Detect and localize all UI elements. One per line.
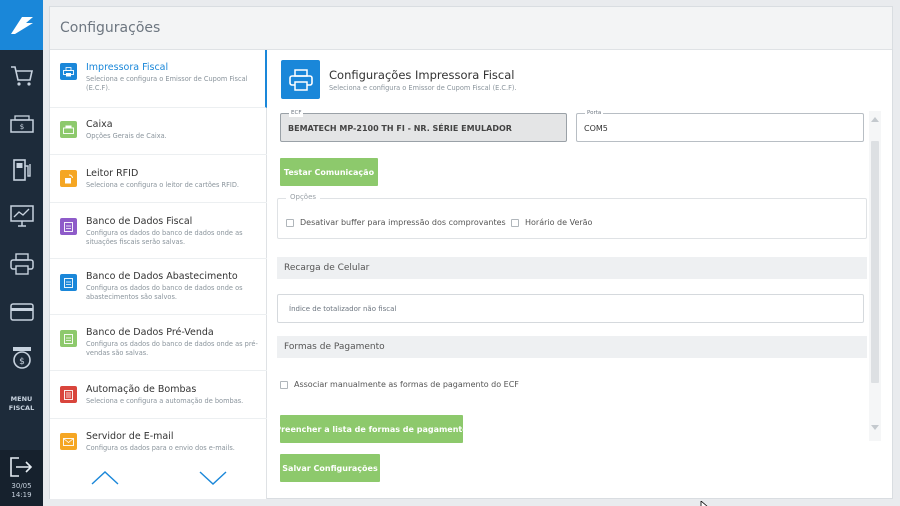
totalizador-input[interactable]: Índice de totalizador não fiscal [277, 294, 864, 323]
rail-card[interactable] [0, 288, 43, 336]
rail-cash[interactable]: $ [0, 100, 43, 148]
nav-item-leitor-rfid[interactable]: Leitor RFID Seleciona e configura o leit… [50, 155, 267, 203]
settings-panel: Configurações Impressora Fiscal Selecion… [49, 6, 893, 499]
nav-scroll-controls [50, 460, 267, 499]
clock: 30/05 14:19 [11, 482, 32, 499]
svg-text:$: $ [19, 123, 23, 131]
salvar-configuracoes-button[interactable]: Salvar Configurações [280, 454, 380, 482]
checkbox-box [280, 380, 288, 389]
left-rail: $ $ MENU FISCAL 30/05 14:19 [0, 0, 43, 506]
options-group: Opções Desativar buffer para impressão d… [277, 193, 867, 239]
nav-item-banco-fiscal[interactable]: Banco de Dados Fiscal Configura os dados… [50, 203, 267, 259]
recarga-section-header: Recarga de Celular [277, 257, 867, 279]
mouse-cursor-icon [700, 496, 709, 506]
nav-item-caixa[interactable]: Caixa Opções Gerais de Caixa. [50, 108, 267, 155]
menu-fiscal[interactable]: MENU FISCAL [0, 395, 43, 413]
scroll-down-button[interactable] [198, 470, 228, 490]
settings-nav: Impressora Fiscal Seleciona e configura … [50, 50, 267, 499]
preencher-lista-button[interactable]: Preencher a lista de formas de pagamento [275, 415, 468, 443]
logout-icon [10, 457, 33, 477]
printer-icon [9, 253, 34, 275]
chevron-down-icon [199, 471, 227, 485]
porta-field[interactable]: Porta COM5 [576, 109, 864, 142]
rail-cart[interactable] [0, 52, 43, 100]
email-icon [60, 433, 77, 450]
associar-formas-checkbox[interactable]: Associar manualmente as formas de pagame… [280, 380, 519, 389]
printer-icon [60, 63, 77, 80]
rail-monitor[interactable] [0, 192, 43, 240]
database-icon [60, 274, 77, 291]
scroll-down-arrow[interactable] [871, 425, 879, 430]
card-icon [9, 303, 34, 321]
section-title: Configurações Impressora Fiscal [329, 68, 515, 82]
nav-item-automacao-bombas[interactable]: Automação de Bombas Seleciona e configur… [50, 371, 267, 419]
logo-icon [10, 17, 33, 34]
checkbox-box [286, 218, 294, 227]
scroll-thumb[interactable] [871, 141, 879, 383]
svg-text:$: $ [19, 357, 25, 367]
exit-button[interactable] [9, 456, 33, 482]
scroll-up-arrow[interactable] [871, 117, 879, 122]
cash-register-icon [60, 121, 77, 138]
rail-coin[interactable]: $ [0, 334, 43, 382]
page-title: Configurações [60, 20, 161, 36]
chevron-up-icon [91, 471, 119, 485]
fuel-pump-icon [12, 159, 31, 181]
rail-fuel[interactable] [0, 146, 43, 194]
printer-icon [281, 60, 320, 99]
checkbox-box [511, 218, 519, 227]
database-icon [60, 330, 77, 347]
coin-icon: $ [12, 347, 31, 369]
cash-register-icon: $ [9, 115, 34, 133]
nav-item-impressora-fiscal[interactable]: Impressora Fiscal Seleciona e configura … [50, 50, 267, 108]
panel-header: Configurações [50, 7, 892, 50]
horario-verao-checkbox[interactable]: Horário de Verão [511, 218, 592, 227]
nav-item-banco-abastecimento[interactable]: Banco de Dados Abastecimento Configura o… [50, 259, 267, 315]
settings-content: Configurações Impressora Fiscal Selecion… [267, 50, 893, 499]
buffer-checkbox[interactable]: Desativar buffer para impressão dos comp… [286, 218, 506, 227]
ecf-field: ECF BEMATECH MP-2100 TH FI - NR. SÉRIE E… [280, 109, 567, 142]
nav-item-servidor-email[interactable]: Servidor de E-mail Configura os dados pa… [50, 419, 267, 460]
fuel-pump-icon [60, 386, 77, 403]
rfid-icon [60, 170, 77, 187]
rail-printer[interactable] [0, 240, 43, 288]
content-scrollbar[interactable] [869, 111, 881, 441]
cart-icon [10, 66, 33, 86]
scroll-up-button[interactable] [90, 470, 120, 490]
testar-comunicacao-button[interactable]: Testar Comunicação [280, 158, 378, 186]
monitor-chart-icon [9, 205, 34, 227]
section-subtitle: Seleciona e configura o Emissor de Cupom… [329, 84, 517, 92]
database-icon [60, 218, 77, 235]
nav-item-banco-pre-venda[interactable]: Banco de Dados Pré-Venda Configura os da… [50, 315, 267, 371]
formas-pagamento-section-header: Formas de Pagamento [277, 336, 867, 358]
app-logo[interactable] [0, 0, 43, 50]
